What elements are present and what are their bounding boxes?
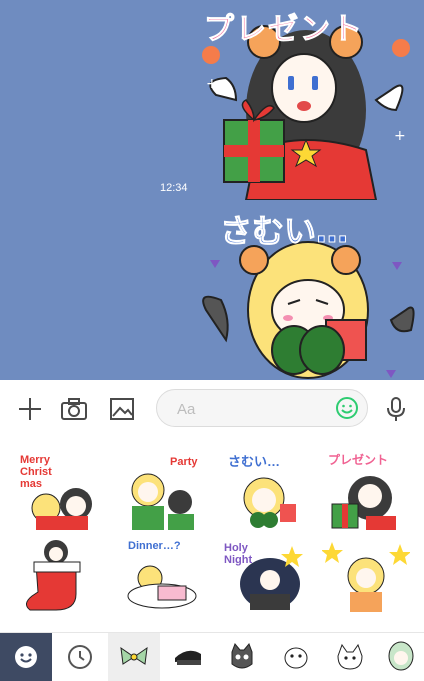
smiley-icon bbox=[15, 646, 37, 668]
sticker-caption: Merry Christ mas bbox=[20, 454, 52, 490]
svg-text:+: + bbox=[206, 76, 218, 92]
sticker-caption: Dinner…? bbox=[128, 540, 181, 552]
message-timestamp: 12:34 bbox=[160, 182, 188, 194]
tab-emoji[interactable] bbox=[0, 633, 52, 681]
tab-sticker-pack-1[interactable] bbox=[108, 633, 160, 681]
camera-icon[interactable] bbox=[60, 395, 88, 423]
sticker-present[interactable]: プレゼント bbox=[322, 450, 410, 530]
image-icon[interactable] bbox=[108, 395, 136, 423]
clock-icon bbox=[68, 645, 92, 669]
sticker-stars[interactable] bbox=[322, 534, 410, 614]
sticker-caption: Holy Night bbox=[224, 542, 253, 566]
sticker-message-present[interactable]: + + プレゼント bbox=[196, 0, 418, 200]
tab-sticker-pack-3[interactable] bbox=[216, 633, 268, 681]
sticker-grid: Merry Christ mas Party さむい… プレゼント Dinner… bbox=[0, 438, 424, 632]
sticker-caption: さむい… bbox=[228, 454, 281, 469]
tab-sticker-pack-4[interactable] bbox=[270, 633, 322, 681]
sticker-stocking[interactable] bbox=[16, 534, 104, 614]
sticker-caption: Party bbox=[170, 456, 198, 468]
emoji-icon[interactable] bbox=[335, 396, 359, 425]
message-input[interactable] bbox=[175, 398, 319, 420]
plus-icon[interactable] bbox=[16, 395, 44, 423]
tab-recent[interactable] bbox=[54, 633, 106, 681]
sticker-caption-cold: さむい… bbox=[219, 212, 349, 251]
chat-area[interactable]: + + プレゼント 12:34 さむい… bbox=[0, 0, 424, 380]
cat-icon bbox=[231, 643, 253, 669]
sticker-caption-present: プレゼント bbox=[204, 12, 364, 48]
hat-icon bbox=[175, 650, 201, 665]
creature-icon bbox=[284, 647, 308, 669]
sticker-caption: プレゼント bbox=[328, 453, 389, 467]
tab-sticker-pack-6[interactable] bbox=[378, 633, 424, 681]
sticker-samui[interactable]: さむい… bbox=[220, 450, 308, 530]
sticker-message-cold[interactable]: さむい… bbox=[196, 200, 418, 380]
sticker-party[interactable]: Party bbox=[118, 450, 206, 530]
dog-icon bbox=[337, 643, 363, 670]
sticker-tab-bar bbox=[0, 632, 424, 681]
bow-icon bbox=[120, 646, 148, 665]
message-field[interactable] bbox=[156, 389, 368, 427]
svg-text:+: + bbox=[394, 128, 406, 144]
sticker-holy-night[interactable]: Holy Night bbox=[220, 534, 308, 614]
tab-sticker-pack-5[interactable] bbox=[324, 633, 376, 681]
sticker-dinner[interactable]: Dinner…? bbox=[118, 534, 206, 614]
girl-icon bbox=[388, 641, 414, 671]
tab-sticker-pack-2[interactable] bbox=[162, 633, 214, 681]
sticker-merry-christmas[interactable]: Merry Christ mas bbox=[16, 450, 104, 530]
microphone-icon[interactable] bbox=[382, 395, 410, 423]
